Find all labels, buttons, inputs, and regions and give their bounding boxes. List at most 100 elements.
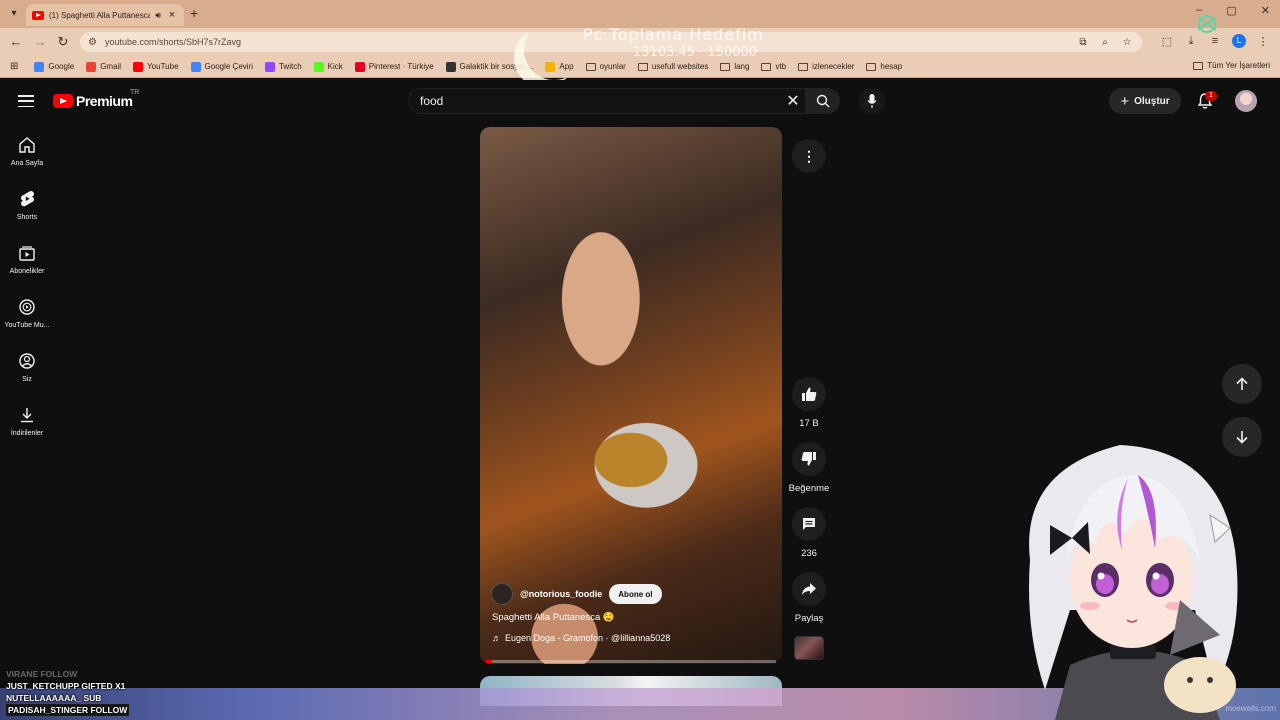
tab-search-chevron-icon[interactable]: ▾ (6, 6, 22, 22)
bookmark-item[interactable]: Twitch (259, 61, 308, 72)
bookmark-item[interactable]: Galaktik bir sosyal ... (440, 61, 540, 72)
bookmark-label: Gmail (100, 62, 122, 71)
stream-event-list: VIRANE FOLLOW JUST_KETCHUPP GIFTED X1 NU… (6, 668, 130, 716)
bookmark-favicon-icon (133, 61, 144, 72)
folder-icon (1193, 61, 1204, 70)
extensions-icon[interactable]: ⬚ (1160, 35, 1174, 48)
comments-button[interactable] (792, 507, 826, 541)
create-button[interactable]: + Oluştur (1109, 88, 1181, 114)
bookmark-label: izlenecekler (812, 62, 855, 71)
bookmark-label: Galaktik bir sosyal ... (459, 62, 534, 71)
folder-icon (637, 62, 648, 71)
tab-title: (1) Spaghetti Alla Puttanesca (49, 10, 151, 20)
sound-thumbnail[interactable] (794, 636, 824, 660)
browser-tab-active[interactable]: (1) Spaghetti Alla Puttanesca 🔊︎ × (26, 4, 184, 26)
more-options-button[interactable]: ⋮ (792, 139, 826, 173)
sidebar-item-home[interactable]: Ana Sayfa (0, 124, 54, 174)
sidebar-item-downloads[interactable]: İndirilenler (0, 394, 54, 444)
sidebar-item-label: YouTube Mu... (4, 322, 50, 329)
search-button[interactable] (806, 88, 840, 114)
stream-event: JUST_KETCHUPP GIFTED X1 (6, 681, 126, 691)
like-count: 17 B (799, 418, 819, 429)
reload-icon[interactable]: ↻ (55, 34, 71, 50)
folder-icon (720, 62, 731, 71)
short-music-link[interactable]: ♬ Eugen Doga - Gramofon · @lillianna5028 (492, 633, 670, 643)
sidebar-item-label: Ana Sayfa (10, 160, 44, 167)
previous-short-button[interactable] (1222, 364, 1262, 404)
sidebar-item-subscriptions[interactable]: Abonelikler (0, 232, 54, 282)
voice-search-button[interactable] (859, 88, 885, 114)
share-arrow-icon (802, 583, 816, 595)
bookmark-item[interactable]: Kick (308, 61, 349, 72)
stream-event: NUTELLAAAAAA_ SUB (6, 693, 102, 703)
short-title[interactable]: Spaghetti Alla Puttanesca 🤤 (492, 612, 615, 623)
browser-menu-icon[interactable]: ⋮ (1256, 35, 1270, 48)
folder-icon (798, 62, 809, 71)
share-label: Paylaş (794, 613, 824, 624)
site-info-icon[interactable]: ⚙ (88, 37, 97, 48)
maximize-icon[interactable]: ▢ (1226, 4, 1236, 17)
subscriptions-icon (19, 246, 35, 261)
reading-list-icon[interactable]: ≡ (1208, 35, 1222, 47)
share-action: Paylaş (778, 572, 840, 624)
window-close-icon[interactable]: ✕ (1261, 4, 1270, 17)
bookmark-item[interactable]: Google (28, 61, 80, 72)
youtube-brand[interactable]: Premium (76, 93, 133, 109)
sidebar-item-label: Siz (22, 376, 32, 383)
video-progress-bar[interactable] (486, 660, 776, 663)
music-note-icon: ♬ (492, 633, 501, 643)
tab-close-icon[interactable]: × (166, 9, 178, 21)
dislike-button[interactable] (792, 442, 826, 476)
channel-avatar[interactable] (491, 583, 513, 605)
search-input[interactable]: food ✕ (408, 88, 806, 114)
bookmark-item[interactable]: Pinterest · Türkiye (349, 61, 440, 72)
home-icon (19, 137, 35, 153)
music-credit: Eugen Doga - Gramofon · @lillianna5028 (505, 633, 671, 643)
bookmark-item[interactable]: YouTube (127, 61, 184, 72)
bookmark-label: lang (734, 62, 750, 71)
speaker-icon[interactable]: 🔊︎ (155, 10, 161, 21)
bookmark-favicon-icon (313, 61, 324, 72)
account-avatar[interactable] (1235, 90, 1257, 112)
youtube-logo-icon[interactable] (53, 94, 73, 108)
downloads-icon (21, 408, 33, 423)
apps-grid-icon[interactable]: ⊞ (10, 61, 18, 72)
install-app-icon[interactable]: ⧉ (1076, 37, 1090, 48)
bookmark-item[interactable]: Gmail (80, 61, 127, 72)
sidebar-item-youtube-music[interactable]: YouTube Mu... (0, 286, 54, 336)
bookmark-label: Kick (327, 62, 343, 71)
stream-event: VIRANE FOLLOW (6, 669, 78, 679)
zoom-icon[interactable]: ⌕ (1098, 37, 1112, 48)
forward-arrow-icon[interactable]: → (32, 34, 48, 50)
bookmark-item[interactable]: lang (714, 62, 755, 71)
sidebar-item-shorts[interactable]: Shorts (0, 178, 54, 228)
bookmark-favicon-icon (354, 61, 365, 72)
folder-icon (585, 62, 596, 71)
you-icon (19, 353, 35, 369)
all-bookmarks[interactable]: Tüm Yer İşaretleri (1193, 61, 1270, 70)
bookmark-item[interactable]: oyunlar (580, 62, 632, 71)
menu-icon[interactable] (18, 95, 34, 107)
profile-avatar[interactable]: L (1232, 34, 1246, 48)
sidebar-item-you[interactable]: Siz (0, 340, 54, 390)
bookmark-label: Google (48, 62, 75, 71)
share-button[interactable] (792, 572, 826, 606)
clear-search-icon[interactable]: ✕ (781, 91, 805, 111)
thumbs-down-icon (801, 452, 816, 466)
bookmark-star-icon[interactable]: ☆ (1120, 37, 1134, 48)
bookmark-label: Twitch (278, 62, 302, 71)
stream-event: PADISAH_STINGER FOLLOW (6, 704, 130, 716)
like-button[interactable] (792, 377, 826, 411)
bookmark-item[interactable]: Google Çeviri (185, 61, 259, 72)
bookmark-item[interactable]: vtb (755, 62, 792, 71)
download-icon[interactable]: ⤓ (1184, 35, 1198, 48)
channel-name-link[interactable]: @notorious_foodie (520, 589, 602, 599)
streamer-emote-icon (1197, 15, 1217, 33)
donation-goal-title: Pc Toplama Hedefim (583, 25, 764, 44)
bookmark-item[interactable]: usefull websites (632, 62, 714, 71)
subscribe-button[interactable]: Abone ol (609, 584, 662, 604)
bookmark-item[interactable]: hesap (860, 62, 908, 71)
new-tab-plus-icon[interactable]: + (190, 5, 204, 21)
back-arrow-icon[interactable]: ← (8, 34, 24, 50)
bookmark-item[interactable]: izlenecekler (792, 62, 860, 71)
